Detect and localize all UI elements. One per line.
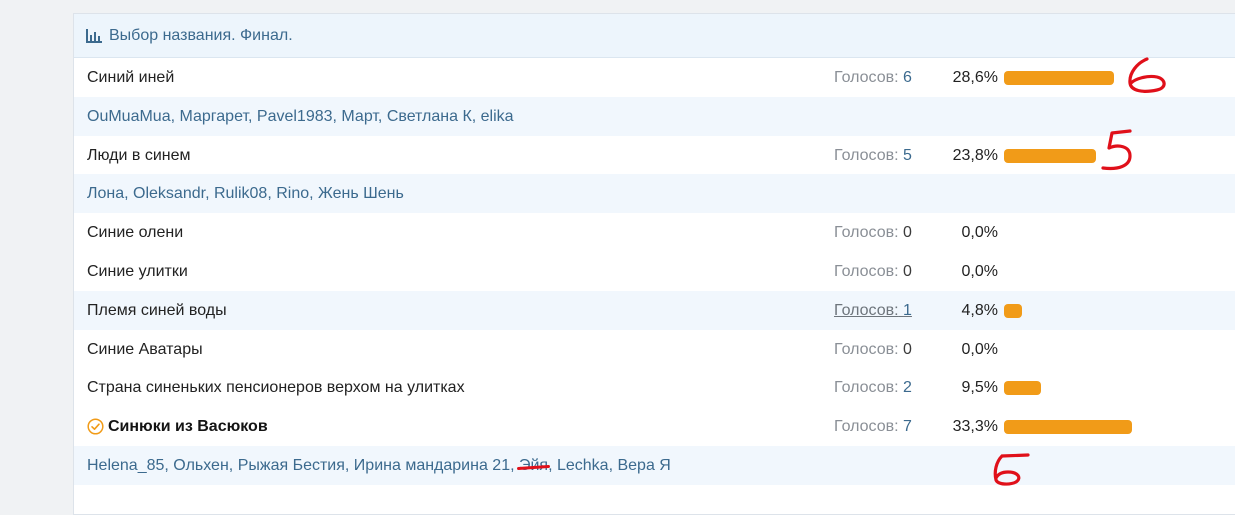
voters-row: Helena_85, Ольхен, Рыжая Бестия, Ирина м… — [74, 446, 1235, 485]
vote-count: Голосов: 0 — [834, 340, 912, 358]
annotation-six-2: 6 — [990, 452, 1035, 493]
vote-count[interactable]: Голосов: 7 — [834, 418, 912, 436]
bar-chart-icon — [86, 28, 102, 43]
vote-count[interactable]: Голосов: 5 — [834, 147, 912, 165]
voter-link[interactable]: Ольхен — [173, 457, 229, 474]
voter-link[interactable]: Светлана К — [387, 108, 472, 125]
poll-panel: Выбор названия. Финал. Синий иней Голосо… — [73, 13, 1235, 515]
option-label: Синие олени — [87, 223, 184, 241]
vote-percent: 28,6% — [952, 68, 998, 86]
option-label: Племя синей воды — [87, 301, 227, 319]
voter-link[interactable]: Lechka — [557, 457, 609, 474]
vote-percent: 23,8% — [952, 146, 998, 164]
poll-option-row: Синие улитки Голосов: 0 0,0% — [74, 252, 1235, 291]
voter-link[interactable]: Rino — [276, 185, 309, 202]
poll-header: Выбор названия. Финал. — [74, 14, 1235, 58]
vote-count-link[interactable]: Голосов: 1 — [834, 302, 912, 320]
voters-row: OuMuaMua, Маргарет, Pavel1983, Март, Све… — [74, 97, 1235, 136]
vote-bar — [1004, 70, 1115, 85]
option-label: Люди в синем — [87, 146, 191, 164]
voters-row: Лона, Oleksandr, Rulik08, Rino, Жень Шен… — [74, 174, 1235, 213]
voter-link[interactable]: Ирина мандарина 21 — [354, 457, 510, 474]
annotation-six-1: 6 — [1125, 55, 1170, 102]
vote-count: Голосов: 0 — [834, 262, 912, 280]
voter-link[interactable]: Pavel1983 — [257, 108, 333, 125]
vote-percent: 0,0% — [961, 262, 998, 280]
vote-count[interactable]: Голосов: 6 — [834, 69, 912, 87]
vote-count[interactable]: Голосов: 2 — [834, 379, 912, 397]
voter-link[interactable]: Вера Я — [617, 457, 670, 474]
voter-link[interactable]: elika — [481, 108, 514, 125]
option-label: Синий иней — [87, 68, 175, 86]
vote-percent: 0,0% — [961, 340, 998, 358]
vote-count: Голосов: 0 — [834, 223, 912, 241]
poll-option-row: Страна синеньких пенсионеров верхом на у… — [74, 368, 1235, 407]
vote-percent: 4,8% — [961, 301, 998, 319]
vote-bar-track — [1004, 380, 1179, 395]
poll-option-row: Синие Аватары Голосов: 0 0,0% — [74, 330, 1235, 369]
poll-option-row: Племя синей воды Голосов: 1 4,8% — [74, 291, 1235, 330]
voter-link[interactable]: Эйя — [516, 457, 551, 475]
voters-list: Лона, Oleksandr, Rulik08, Rino, Жень Шен… — [87, 184, 404, 202]
voters-list: OuMuaMua, Маргарет, Pavel1983, Март, Све… — [87, 107, 514, 125]
vote-percent: 33,3% — [952, 417, 998, 435]
annotation-five: 5 — [1100, 128, 1140, 179]
option-label: Страна синеньких пенсионеров верхом на у… — [87, 378, 465, 396]
poll-option-row: Люди в синем Голосов: 5 23,8% — [74, 136, 1235, 175]
vote-bar-track — [1004, 419, 1179, 434]
voter-link[interactable]: Лона — [87, 185, 124, 202]
voter-link[interactable]: Rulik08 — [214, 185, 267, 202]
check-circle-icon — [87, 418, 104, 435]
poll-title: Выбор названия. Финал. — [109, 26, 293, 44]
voter-link[interactable]: Жень Шень — [318, 185, 404, 202]
vote-percent: 0,0% — [961, 223, 998, 241]
vote-percent: 9,5% — [961, 378, 998, 396]
vote-bar — [1004, 303, 1023, 318]
voter-link[interactable]: Маргарет — [179, 108, 248, 125]
option-label-winner: Синюки из Васюков — [87, 418, 268, 436]
vote-bar — [1004, 148, 1096, 163]
voter-link[interactable]: Март — [341, 108, 378, 125]
option-label: Синие Аватары — [87, 340, 203, 358]
voters-list: Helena_85, Ольхен, Рыжая Бестия, Ирина м… — [87, 456, 671, 475]
poll-option-row: Синие олени Голосов: 0 0,0% — [74, 213, 1235, 252]
vote-bar — [1004, 419, 1133, 434]
voter-link[interactable]: Helena_85 — [87, 457, 164, 474]
vote-bar-track — [1004, 148, 1179, 163]
voter-link[interactable]: Oleksandr — [133, 185, 205, 202]
voter-link[interactable]: Рыжая Бестия — [238, 457, 345, 474]
poll-option-row-winner: Синюки из Васюков Голосов: 7 33,3% — [74, 407, 1235, 446]
poll-option-row: Синий иней Голосов: 6 28,6% — [74, 58, 1235, 97]
vote-bar-track — [1004, 303, 1179, 318]
voter-link[interactable]: OuMuaMua — [87, 108, 171, 125]
vote-bar — [1004, 380, 1041, 395]
option-label: Синие улитки — [87, 262, 188, 280]
